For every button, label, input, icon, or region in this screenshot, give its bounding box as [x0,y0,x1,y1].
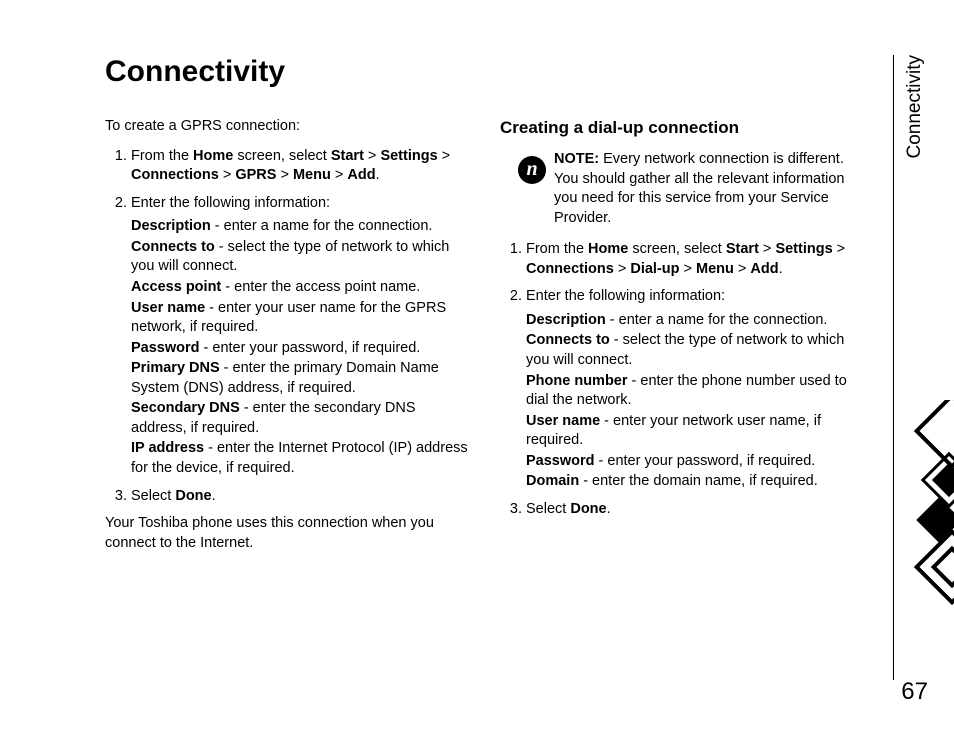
gprs-step-1: From the Home screen, select Start > Set… [131,147,470,186]
page-number: 67 [901,678,928,706]
gprs-intro: To create a GPRS connection: [105,117,470,137]
side-divider [893,55,894,680]
dialup-steps: From the Home screen, select Start > Set… [500,240,865,519]
dialup-step-3: Select Done. [526,500,865,520]
edge-decoration [899,400,954,640]
gprs-steps: From the Home screen, select Start > Set… [105,147,470,507]
gprs-closing: Your Toshiba phone uses this connection … [105,514,470,553]
note-text: NOTE: Every network connection is differ… [554,150,865,228]
right-column: Creating a dial-up connection n NOTE: Ev… [500,117,865,553]
dialup-heading: Creating a dial-up connection [500,117,865,140]
page-title: Connectivity [105,55,904,89]
side-section-label: Connectivity [904,55,926,159]
manual-page: Connectivity To create a GPRS connection… [0,0,954,738]
note-block: n NOTE: Every network connection is diff… [518,150,865,228]
gprs-step-3: Select Done. [131,487,470,507]
note-icon: n [518,156,546,184]
dialup-step-1: From the Home screen, select Start > Set… [526,240,865,279]
two-column-layout: To create a GPRS connection: From the Ho… [105,117,904,553]
dialup-step-2: Enter the following information: Descrip… [526,287,865,492]
gprs-step-2: Enter the following information: Descrip… [131,194,470,479]
left-column: To create a GPRS connection: From the Ho… [105,117,470,553]
